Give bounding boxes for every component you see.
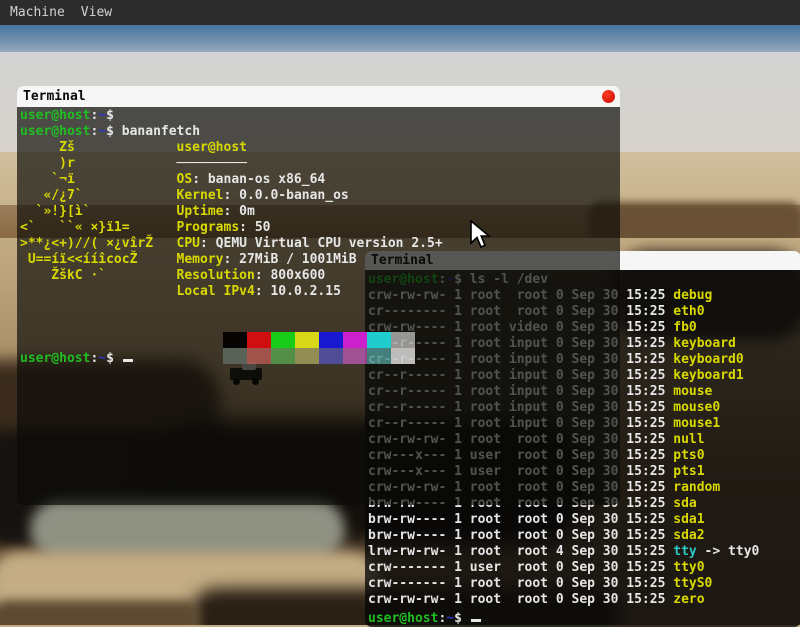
ascii-art: `»!}[ì` <box>20 204 177 220</box>
bottom-ledge <box>0 600 200 625</box>
ascii-art: U==íï<<ííîcocŽ <box>20 252 177 268</box>
fetch-row: Local IPv4: 10.0.2.15 <box>20 284 620 300</box>
prompt-line: user@host:~$ <box>20 108 620 124</box>
color-palette-row-normal <box>20 316 620 332</box>
palette-swatch <box>367 348 391 364</box>
palette-swatch <box>295 332 319 348</box>
palette-swatch <box>271 332 295 348</box>
ascii-art: )r <box>20 156 177 172</box>
text-cursor <box>123 348 133 362</box>
prompt-line: user@host:~$ bananfetch <box>20 124 620 140</box>
fetch-row: Zšuser@host <box>20 140 620 156</box>
fetch-row: «/¿7`Kernel: 0.0.0-banan_os <box>20 188 620 204</box>
menu-item-view[interactable]: View <box>73 0 120 25</box>
palette-swatch <box>367 332 391 348</box>
menu-item-machine[interactable]: Machine <box>2 0 73 25</box>
mouse-cursor-icon <box>470 220 492 254</box>
blank-line <box>20 300 620 316</box>
dry-flat <box>30 500 345 560</box>
palette-swatch <box>391 348 415 364</box>
file-listing-row: brw-rw---- 1 root root 0 Sep 30 15:25 sd… <box>368 528 800 544</box>
fetch-row: U==íï<<ííîcocŽMemory: 27MiB / 1001MiB <box>20 252 620 268</box>
palette-swatch <box>319 332 343 348</box>
palette-swatch <box>343 348 367 364</box>
palette-swatch <box>247 348 271 364</box>
file-listing-row: lrw-rw-rw- 1 root root 4 Sep 30 15:25 tt… <box>368 544 800 560</box>
file-listing-row: crw------- 1 root root 0 Sep 30 15:25 tt… <box>368 576 800 592</box>
palette-swatch <box>391 332 415 348</box>
sky-band <box>0 25 800 52</box>
fetch-row: `¬ïOS: banan-os x86_64 <box>20 172 620 188</box>
palette-swatch <box>247 332 271 348</box>
terminal-content[interactable]: user@host:~$ user@host:~$ bananfetch Zšu… <box>17 107 620 505</box>
ascii-art: ŽškC ·` <box>20 268 177 284</box>
window-title: Terminal <box>23 89 86 104</box>
fetch-row: <` ``« ×}ï1=Programs: 50 <box>20 220 620 236</box>
close-button[interactable] <box>602 90 615 103</box>
fetch-row: ŽškC ·`Resolution: 800x600 <box>20 268 620 284</box>
title-bar[interactable]: Terminal <box>17 86 620 107</box>
palette-swatch <box>343 332 367 348</box>
file-listing-row: crw------- 1 user root 0 Sep 30 15:25 tt… <box>368 560 800 576</box>
menu-bar: Machine View <box>0 0 800 25</box>
palette-swatch <box>295 348 319 364</box>
palette-swatch <box>223 348 247 364</box>
ascii-art: Zš <box>20 140 177 156</box>
fetch-row: >**¿<+)//( ×¿vîrŽCPU: QEMU Virtual CPU v… <box>20 236 620 252</box>
palette-swatch <box>271 348 295 364</box>
palette-swatch <box>319 348 343 364</box>
palette-swatch <box>223 332 247 348</box>
ascii-art: `¬ï <box>20 172 177 188</box>
terminal-window-bananfetch: Terminal user@host:~$ user@host:~$ banan… <box>17 86 620 505</box>
ascii-art: «/¿7` <box>20 188 177 204</box>
ascii-art: >**¿<+)//( ×¿vîrŽ <box>20 236 177 252</box>
file-listing-row: brw-rw---- 1 root root 0 Sep 30 15:25 sd… <box>368 512 800 528</box>
text-cursor <box>471 608 481 622</box>
fetch-row: )r───────── <box>20 156 620 172</box>
prompt-line: user@host:~$ <box>368 608 800 624</box>
ascii-art: <` ``« ×}ï1= <box>20 220 177 236</box>
fetch-row: `»!}[ì`Uptime: 0m <box>20 204 620 220</box>
file-listing-row: crw-rw-rw- 1 root root 0 Sep 30 15:25 ze… <box>368 592 800 608</box>
